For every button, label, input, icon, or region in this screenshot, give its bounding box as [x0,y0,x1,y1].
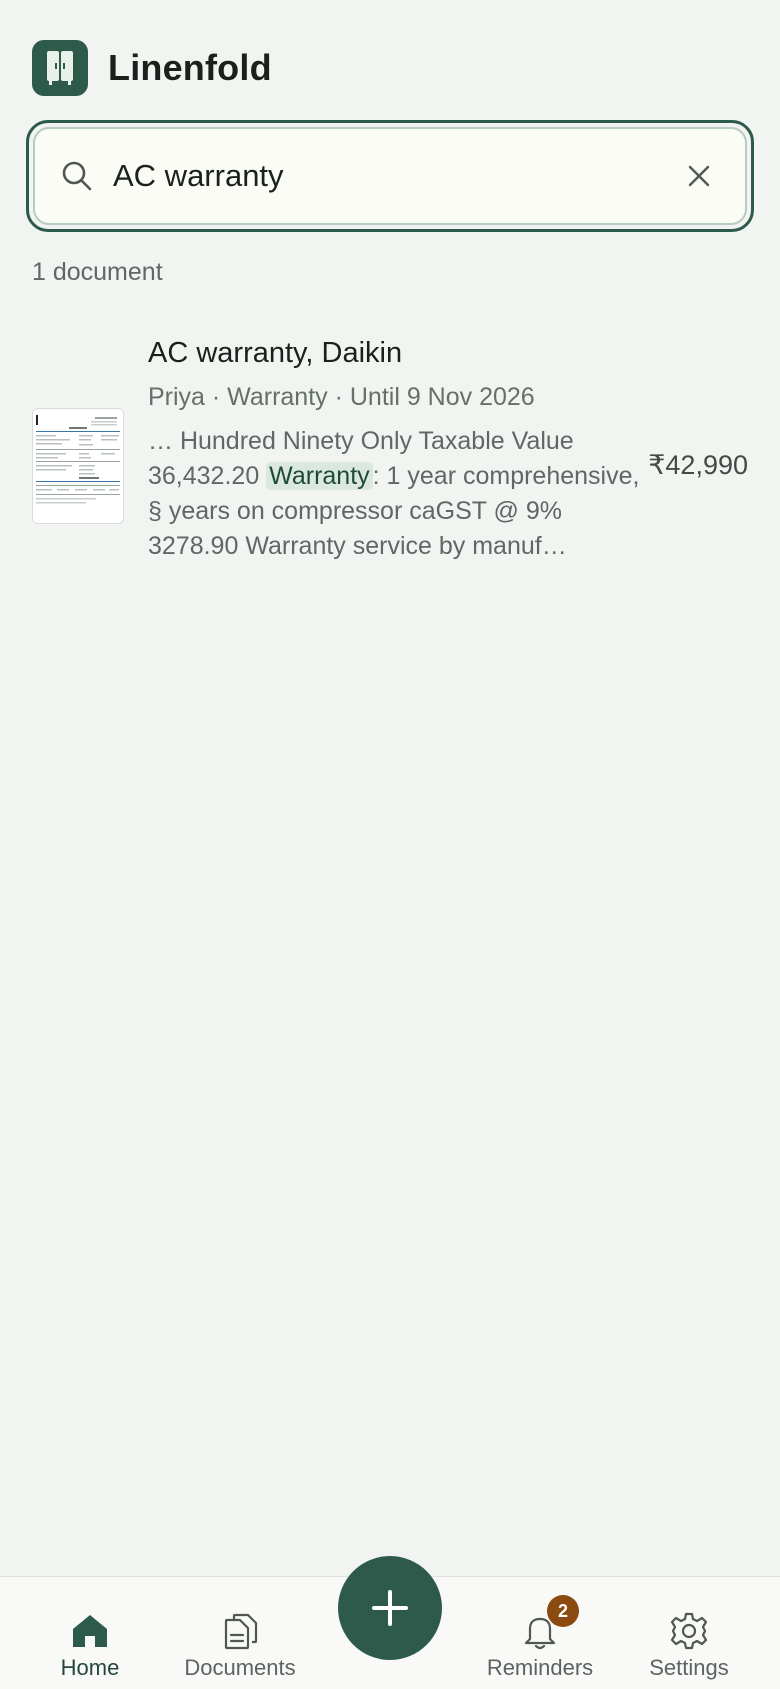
nav-item-reminders[interactable]: 2 Reminders [465,1577,615,1689]
search-box[interactable] [33,127,747,225]
result-snippet: … Hundred Ninety Only Taxable Value 36,4… [148,424,648,564]
close-icon [688,165,710,187]
app-header: Linenfold [32,40,272,96]
app-title: Linenfold [108,47,272,88]
snippet-highlight: Warranty [266,462,373,490]
nav-item-settings[interactable]: Settings [614,1577,764,1689]
result-body: AC warranty, Daikin Priya · Warranty · U… [148,330,648,564]
nav-item-documents[interactable]: Documents [165,1577,315,1689]
search-bar [26,120,754,232]
result-amount: ₹42,990 [648,450,748,480]
reminders-badge: 2 [547,1595,579,1627]
nav-label-settings: Settings [649,1655,729,1680]
app-logo [32,40,88,96]
documents-icon [224,1613,258,1650]
result-meta: Priya · Warranty · Until 9 Nov 2026 [148,383,535,411]
wardrobe-icon [47,51,73,85]
search-icon [62,161,92,191]
nav-item-home[interactable]: Home [15,1577,165,1689]
gear-icon [670,1612,708,1650]
nav-label-reminders: Reminders [486,1655,594,1680]
add-document-button[interactable] [338,1556,442,1660]
result-count: 1 document [32,258,163,286]
result-item[interactable]: AC warranty, Daikin Priya · Warranty · U… [32,330,748,610]
nav-label-documents: Documents [184,1655,296,1680]
home-icon [73,1615,107,1647]
clear-search-button[interactable] [679,156,719,196]
plus-icon [372,1590,408,1626]
result-title: AC warranty, Daikin [148,337,403,369]
invoice-thumbnail [33,409,123,523]
document-thumbnail [32,408,124,524]
nav-label-home: Home [60,1655,120,1680]
search-input[interactable] [113,158,679,194]
